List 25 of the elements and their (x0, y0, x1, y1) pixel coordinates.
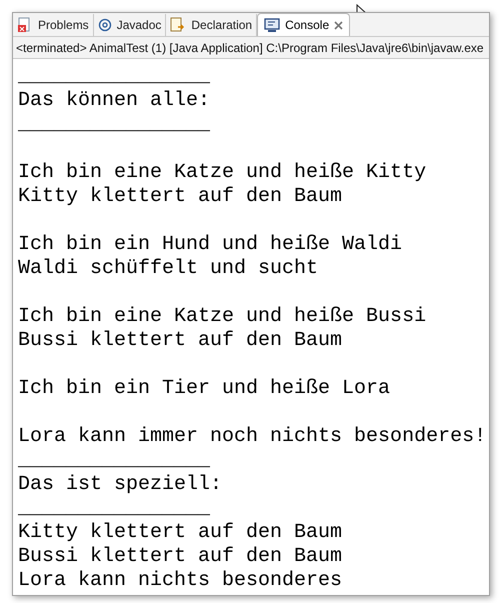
console-line: Ich bin ein Hund und heiße Waldi (18, 233, 402, 257)
monitor-icon (264, 17, 280, 33)
console-line: Kitty klettert auf den Baum (18, 521, 342, 545)
console-line: Lora kann nichts besonderes (18, 569, 342, 593)
console-line: Das ist speziell: (18, 473, 222, 497)
console-line: Waldi schüffelt und sucht (18, 257, 318, 281)
console-line: Ich bin ein Tier und heiße Lora (18, 377, 390, 401)
close-icon[interactable] (334, 20, 344, 30)
console-line: Das können alle: (18, 89, 210, 113)
view-tab[interactable]: Console (257, 13, 350, 36)
console-line: Ich bin eine Katze und heiße Kitty (18, 161, 426, 185)
console-line: Kitty klettert auf den Baum (18, 185, 342, 209)
process-status: <terminated> AnimalTest (1) [Java Application] C:\Program Files\Java\jre6\bin\javaw.exe (16, 40, 484, 56)
console-line: ________________ (18, 65, 210, 89)
document-arrow-icon (170, 17, 186, 33)
console-line: Bussi klettert auf den Baum (18, 545, 342, 569)
console-line: ________________ (18, 449, 210, 473)
console-line: Lora kann immer noch nichts besonderes! (18, 425, 486, 449)
view-tab[interactable]: Problems (13, 14, 94, 36)
console-line: ________________ (18, 497, 210, 521)
view-tab[interactable]: Javadoc (94, 14, 166, 36)
console-line: Ich bin eine Katze und heiße Bussi (18, 305, 426, 329)
console-line: Bussi klettert auf den Baum (18, 329, 342, 353)
view-tab[interactable]: Declaration (166, 14, 258, 36)
console-line: ________________ (18, 113, 210, 137)
